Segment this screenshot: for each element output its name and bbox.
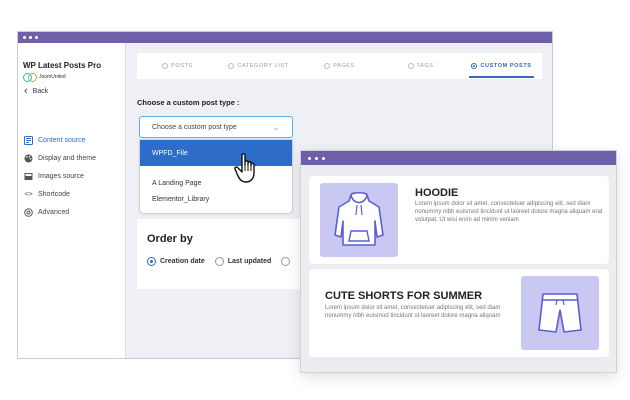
chevron-left-icon: ‹ (24, 85, 28, 97)
post-thumbnail (320, 183, 398, 257)
tab-label: TAGS (416, 63, 434, 69)
sidebar-item-shortcode[interactable]: <> Shortcode (24, 185, 124, 203)
chevron-down-icon: ⌄ (272, 121, 280, 132)
post-excerpt: Lorem ipsum dolor sit amet, consectetuer… (325, 305, 501, 320)
radio-icon (324, 63, 331, 69)
source-tabs: POSTS CATEGORY LIST PAGES TAGS CUSTOM PO… (137, 53, 542, 79)
hoodie-icon (334, 191, 384, 246)
window-dot (35, 36, 38, 39)
custom-post-type-dropdown: WPFD_File A Landing Page Elementor_Libra… (139, 139, 293, 214)
sidebar-item-images-source[interactable]: Images source (24, 167, 124, 185)
tab-custom-posts[interactable]: CUSTOM POSTS (461, 53, 542, 79)
post-title: CUTE SHORTS FOR SUMMER (325, 290, 483, 302)
order-by-title: Order by (147, 233, 193, 245)
palette-icon (24, 154, 33, 163)
post-excerpt: Lorem ipsum dolor sit amet, consectetuer… (415, 201, 603, 224)
post-card[interactable]: HOODIE Lorem ipsum dolor sit amet, conse… (309, 176, 609, 264)
custom-post-type-select[interactable]: Choose a custom post type ⌄ (139, 116, 293, 138)
sidebar-item-display-theme[interactable]: Display and theme (24, 149, 124, 167)
radio-icon (471, 63, 478, 69)
tab-label: PAGES (333, 63, 355, 69)
post-thumbnail (521, 276, 599, 350)
custom-post-type-label: Choose a custom post type : (137, 98, 240, 107)
content-source-icon (24, 135, 33, 145)
window-dot (23, 36, 26, 39)
window-titlebar (301, 151, 616, 165)
radio-icon (162, 63, 169, 69)
radio-checked-icon (147, 257, 156, 266)
sidebar-item-label: Shortcode (38, 190, 70, 198)
radio-icon (214, 257, 224, 266)
tab-tags[interactable]: TAGS (380, 53, 461, 79)
shorts-icon (538, 293, 582, 333)
order-by-options: Creation date Last updated (147, 257, 291, 266)
radio-icon (407, 63, 414, 69)
sidebar: WP Latest Posts Pro JoomUnited ‹ Back Co… (18, 43, 126, 358)
brand-name: JoomUnited (39, 73, 66, 80)
window-dot (308, 156, 311, 160)
brand: JoomUnited (23, 73, 66, 82)
radio-icon (281, 257, 291, 266)
tab-label: CATEGORY LIST (237, 63, 289, 69)
sidebar-item-label: Display and theme (38, 154, 96, 162)
advanced-icon (24, 207, 33, 217)
sidebar-item-label: Content source (38, 136, 86, 144)
back-label: Back (32, 88, 49, 95)
sidebar-item-label: Advanced (38, 208, 70, 216)
window-titlebar (18, 32, 552, 43)
order-option-last-updated[interactable]: Last updated (214, 257, 272, 266)
code-icon: <> (24, 190, 33, 198)
sidebar-item-advanced[interactable]: Advanced (24, 203, 124, 221)
window-dot (29, 36, 32, 39)
order-option-label: Last updated (227, 258, 272, 265)
tab-label: CUSTOM POSTS (480, 63, 532, 69)
sidebar-nav: Content source Display and theme Images … (24, 131, 124, 221)
order-option-hidden[interactable] (281, 257, 291, 266)
dropdown-option-wpfd-file[interactable]: WPFD_File (140, 140, 292, 166)
tab-pages[interactable]: PAGES (299, 53, 380, 79)
window-dot (322, 156, 325, 160)
post-title: HOODIE (415, 187, 459, 199)
post-card[interactable]: CUTE SHORTS FOR SUMMER Lorem ipsum dolor… (309, 269, 609, 357)
hand-cursor-icon (234, 153, 255, 183)
sidebar-item-label: Images source (38, 172, 84, 180)
tab-label: POSTS (171, 63, 193, 69)
image-icon (24, 172, 33, 181)
order-option-label: Creation date (160, 258, 205, 265)
brand-logo-icon (23, 73, 37, 82)
dropdown-option-elementor-library[interactable]: Elementor_Library (140, 191, 292, 207)
tab-posts[interactable]: POSTS (137, 53, 218, 79)
screen: WP Latest Posts Pro JoomUnited ‹ Back Co… (0, 0, 630, 400)
radio-icon (228, 63, 235, 69)
back-button[interactable]: ‹ Back (24, 85, 49, 97)
tab-category-list[interactable]: CATEGORY LIST (218, 53, 299, 79)
select-value: Choose a custom post type (152, 123, 237, 131)
window-dot (315, 156, 318, 160)
order-option-creation-date[interactable]: Creation date (147, 257, 205, 266)
sidebar-item-content-source[interactable]: Content source (24, 131, 124, 149)
app-title: WP Latest Posts Pro (23, 61, 102, 70)
dropdown-option-landing-page[interactable]: A Landing Page (140, 175, 292, 191)
preview-window: HOODIE Lorem ipsum dolor sit amet, conse… (300, 150, 617, 373)
